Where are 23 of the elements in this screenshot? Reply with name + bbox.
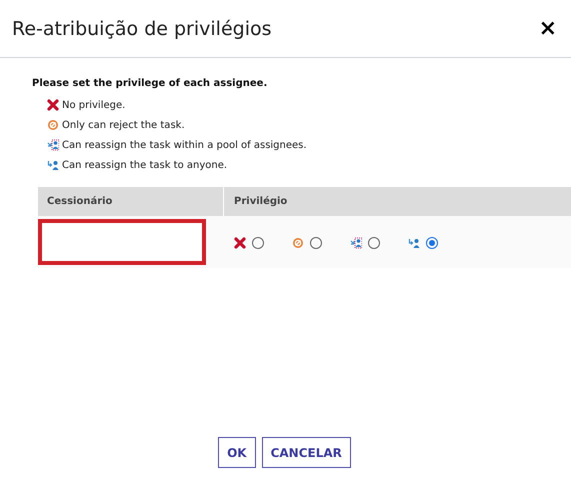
cross-icon bbox=[234, 236, 246, 248]
legend-text: Can reassign the task to anyone. bbox=[62, 158, 228, 172]
reject-icon bbox=[47, 119, 59, 131]
dialog-button[interactable]: OK bbox=[218, 437, 256, 468]
close-button[interactable]: × bbox=[538, 18, 557, 40]
dialog-button[interactable]: CANCELAR bbox=[262, 437, 351, 468]
pool-users-icon bbox=[47, 139, 59, 151]
radio-button[interactable] bbox=[426, 236, 438, 248]
reject-icon bbox=[292, 236, 304, 248]
radio-button[interactable] bbox=[252, 236, 264, 248]
legend-text: Can reassign the task within a pool of assignees. bbox=[62, 138, 307, 152]
radio-button[interactable] bbox=[310, 236, 322, 248]
column-header: Cessionário bbox=[46, 195, 114, 209]
radio-button[interactable] bbox=[368, 236, 380, 248]
reassign-user-icon bbox=[47, 159, 59, 171]
legend-text: No privilege. bbox=[62, 98, 126, 112]
legend-text: Only can reject the task. bbox=[62, 118, 185, 132]
window-title: Re-atribuição de privilégios bbox=[12, 17, 272, 42]
column-header: Privilégio bbox=[233, 195, 288, 209]
instruction-text: Please set the privilege of each assignee. bbox=[32, 77, 268, 91]
cross-icon bbox=[47, 99, 59, 111]
reassign-user-icon bbox=[408, 236, 420, 248]
pool-users-icon bbox=[350, 236, 362, 248]
